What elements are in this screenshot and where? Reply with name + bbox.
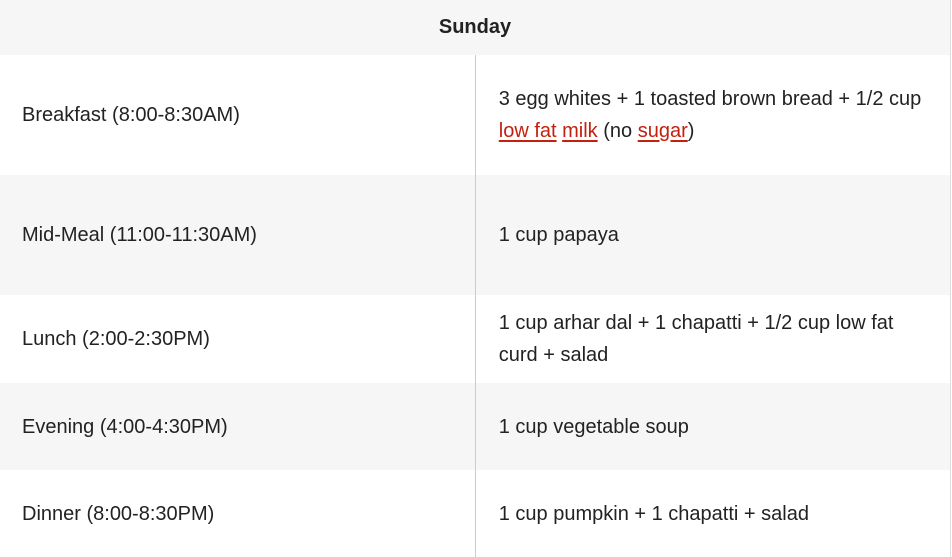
food-cell: 1 cup pumpkin + 1 chapatti + salad (475, 470, 951, 557)
meal-time-cell: Lunch (2:00-2:30PM) (0, 295, 476, 383)
table-row: Mid-Meal (11:00-11:30AM) 1 cup papaya (0, 175, 951, 295)
food-text: 3 egg whites + 1 toasted brown bread + 1… (498, 88, 922, 110)
meal-time-cell: Evening (4:00-4:30PM) (0, 383, 476, 470)
diet-plan-table: Sunday Breakfast (8:00-8:30AM) 3 egg whit… (0, 0, 951, 557)
food-cell: 1 cup arhar dal + 1 chapatti + 1/2 cup l… (475, 295, 951, 383)
food-cell: 3 egg whites + 1 toasted brown bread + 1… (475, 55, 951, 175)
table-header-row: Sunday (0, 0, 951, 55)
food-cell: 1 cup vegetable soup (475, 383, 951, 470)
food-text: (no (597, 120, 638, 142)
table-row: Breakfast (8:00-8:30AM) 3 egg whites + 1 … (0, 55, 951, 175)
day-heading: Sunday (0, 0, 951, 55)
table-row: Evening (4:00-4:30PM) 1 cup vegetable sou… (0, 383, 951, 470)
food-text: 1 cup pumpkin + 1 chapatti + salad (498, 502, 809, 525)
food-link[interactable]: sugar (638, 120, 688, 142)
food-text: 1 cup vegetable soup (498, 415, 689, 438)
table-row: Lunch (2:00-2:30PM) 1 cup arhar dal + 1 c… (0, 295, 951, 383)
food-link[interactable]: milk (562, 120, 598, 142)
meal-time-cell: Mid-Meal (11:00-11:30AM) (0, 175, 476, 295)
food-text: 1 cup arhar dal + 1 chapatti + 1/2 cup l… (498, 312, 894, 366)
food-text: 1 cup papaya (498, 224, 619, 246)
meal-time-cell: Dinner (8:00-8:30PM) (0, 470, 476, 557)
food-link[interactable]: low fat (499, 120, 557, 142)
food-text: ) (687, 120, 695, 142)
meal-time-cell: Breakfast (8:00-8:30AM) (0, 55, 476, 175)
table-body: Breakfast (8:00-8:30AM) 3 egg whites + 1 … (0, 55, 951, 557)
food-cell: 1 cup papaya (475, 175, 951, 295)
table-row: Dinner (8:00-8:30PM) 1 cup pumpkin + 1 ch… (0, 470, 951, 557)
